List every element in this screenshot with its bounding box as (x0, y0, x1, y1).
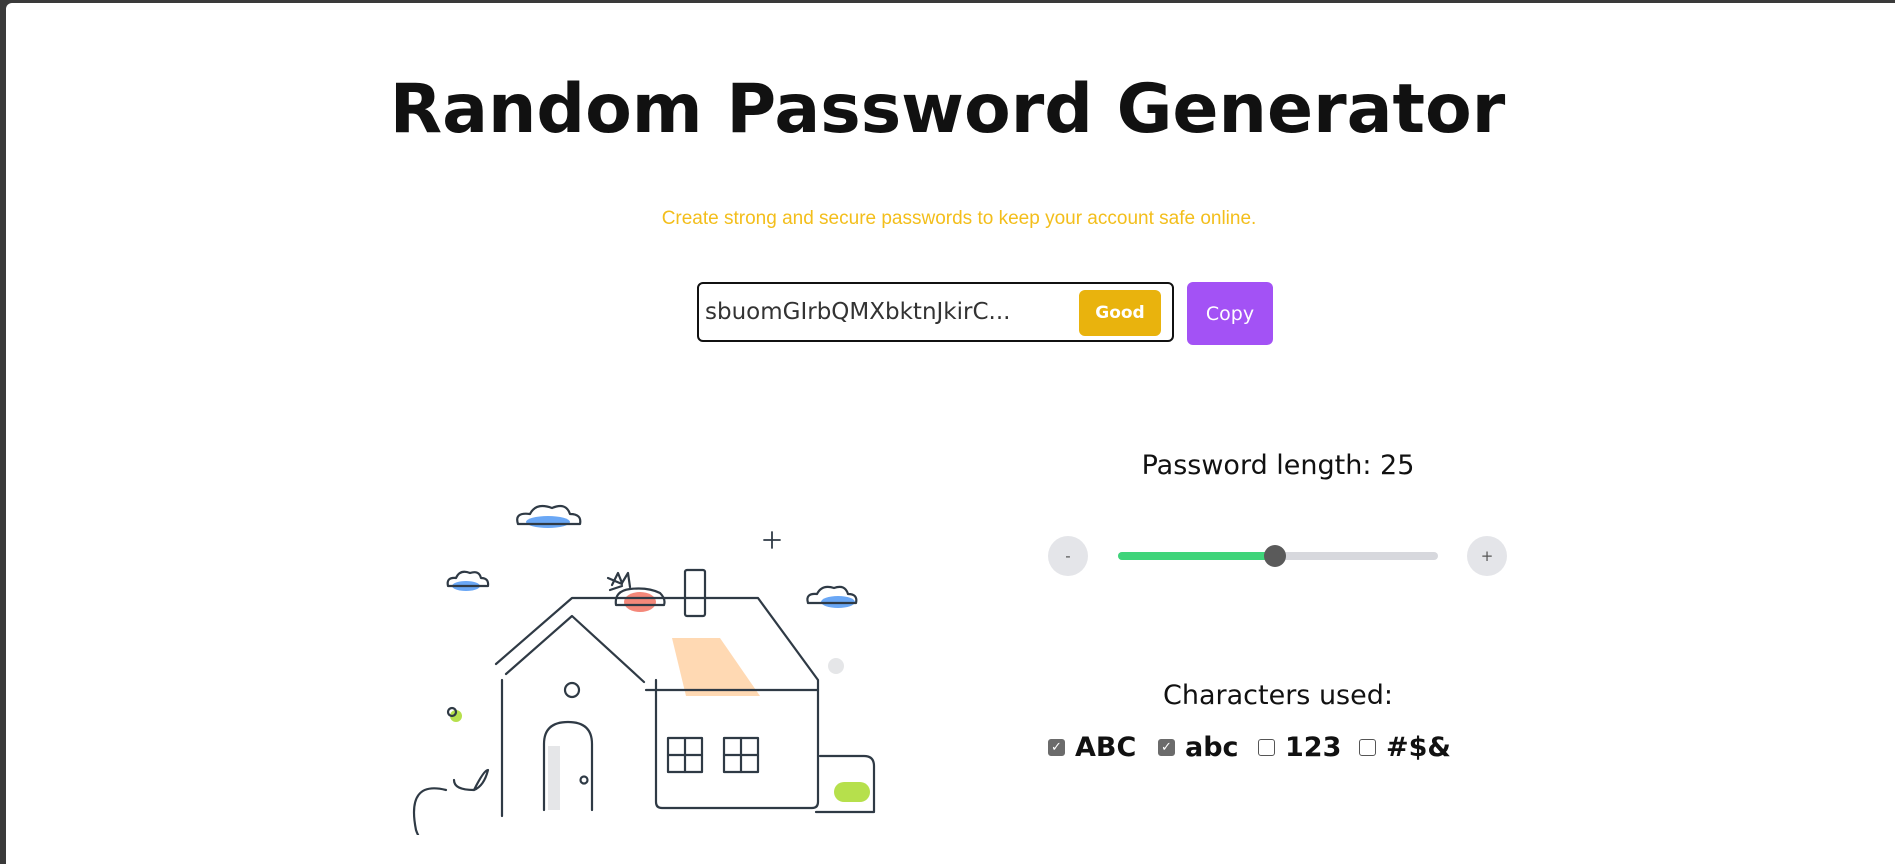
house-illustration (412, 504, 876, 835)
cloud-icon (806, 585, 858, 608)
dot-icon (446, 706, 462, 722)
uppercase-label: ABC (1075, 732, 1137, 763)
characters-used-label: Characters used: (1163, 680, 1393, 711)
roof-shade (672, 638, 760, 696)
option-lowercase[interactable]: ✓ abc (1158, 732, 1239, 763)
password-field[interactable]: sbuomGIrbQMXbktnJkirC... Good (697, 282, 1174, 342)
password-output[interactable]: sbuomGIrbQMXbktnJkirC... (705, 299, 1025, 325)
password-length-label: Password length: 25 (1141, 450, 1415, 481)
slider-fill (1118, 552, 1275, 560)
length-slider[interactable] (1118, 545, 1438, 567)
increase-length-button[interactable]: + (1467, 536, 1507, 576)
strength-badge: Good (1079, 290, 1161, 336)
copy-button[interactable]: Copy (1187, 282, 1273, 345)
cat-icon (606, 571, 666, 612)
page-title: Random Password Generator (389, 70, 1506, 149)
numbers-label: 123 (1285, 732, 1342, 763)
decrease-length-button[interactable]: - (1048, 536, 1088, 576)
uppercase-checkbox[interactable]: ✓ (1048, 739, 1065, 756)
option-symbols[interactable]: #$& (1359, 732, 1451, 763)
sparkle-icon (763, 531, 781, 549)
numbers-checkbox[interactable] (1258, 739, 1275, 756)
option-numbers[interactable]: 123 (1258, 732, 1341, 763)
chimney (683, 568, 707, 618)
cloud-icon (446, 570, 490, 591)
lowercase-label: abc (1185, 732, 1239, 763)
cloud-icon (516, 504, 582, 528)
symbols-label: #$& (1386, 732, 1451, 763)
lowercase-checkbox[interactable]: ✓ (1158, 739, 1175, 756)
option-uppercase[interactable]: ✓ ABC (1048, 732, 1136, 763)
page-subtitle: Create strong and secure passwords to ke… (661, 208, 1257, 229)
slider-thumb[interactable] (1263, 545, 1286, 567)
symbols-checkbox[interactable] (1359, 739, 1376, 756)
house (412, 596, 876, 835)
